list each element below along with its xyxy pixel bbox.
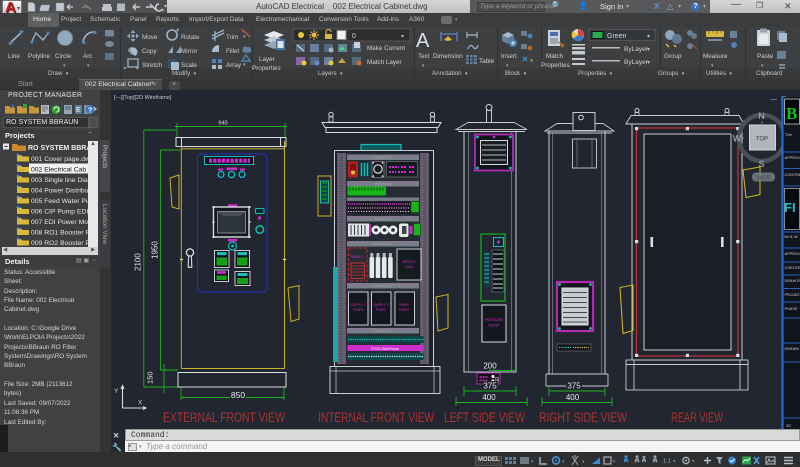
svg-text:006 CIP Pump EDI: 006 CIP Pump EDI	[31, 209, 88, 216]
svg-text:009 RO2 Booster P: 009 RO2 Booster P	[31, 240, 90, 247]
svg-text:KVA 5: KVA 5	[405, 265, 414, 269]
svg-text:CONTRAC: CONTRAC	[785, 173, 800, 177]
svg-text:SUPPLY 1: SUPPLY 1	[351, 303, 366, 307]
svg-text:400: 400	[482, 393, 496, 402]
svg-text:PRESSURE: PRESSURE	[485, 318, 504, 322]
svg-text:WIRE DUCT: WIRE DUCT	[375, 182, 392, 186]
svg-text:WIRE DUCT: WIRE DUCT	[375, 242, 392, 246]
svg-text:1:1: 1:1	[663, 459, 671, 465]
svg-text:▾: ▾	[562, 459, 565, 465]
svg-text:005 Feed Water Pu: 005 Feed Water Pu	[31, 198, 90, 205]
svg-text:TRAFO: TRAFO	[353, 308, 364, 312]
svg-text:SPARE 1: SPARE 1	[350, 255, 363, 259]
svg-text:002 Electrical Cab: 002 Electrical Cab	[31, 167, 86, 174]
svg-text:TRAFO: TRAFO	[399, 308, 410, 312]
svg-text:001 Cover page.dw: 001 Cover page.dw	[31, 156, 90, 163]
svg-text:SERVO 1: SERVO 1	[402, 260, 416, 264]
svg-text:2100: 2100	[134, 253, 143, 271]
svg-text:PHASE: PHASE	[399, 303, 410, 307]
svg-text:APPROVE: APPROVE	[784, 252, 800, 256]
svg-text:150: 150	[146, 371, 155, 384]
svg-text:▾: ▾	[582, 459, 585, 465]
svg-text:S: S	[758, 159, 764, 169]
svg-text:N: N	[758, 111, 765, 121]
svg-text:▾: ▾	[613, 459, 616, 465]
svg-text:1950: 1950	[151, 241, 160, 259]
svg-text:▾: ▾	[692, 459, 695, 465]
svg-text:RO SYSTEM BBRAU: RO SYSTEM BBRAU	[28, 145, 96, 152]
svg-text:WIRE DUCT: WIRE DUCT	[375, 217, 392, 221]
svg-text:RIGHT SIDE VIEW: RIGHT SIDE VIEW	[539, 410, 627, 425]
svg-text:375: 375	[567, 382, 581, 391]
svg-text:004 Power Distribu: 004 Power Distribu	[31, 188, 89, 195]
svg-text:B: B	[786, 104, 797, 123]
svg-text:?: ?	[88, 108, 92, 115]
svg-text:008 RO1 Booster P: 008 RO1 Booster P	[31, 230, 90, 237]
svg-text:WCS: WCS	[757, 176, 770, 182]
svg-text:400: 400	[566, 393, 580, 402]
svg-text:W: W	[733, 134, 742, 144]
svg-text:SC: SC	[786, 424, 792, 428]
svg-text:200: 200	[483, 362, 497, 371]
svg-text:EXTERNAL FRONT VIEW: EXTERNAL FRONT VIEW	[163, 410, 285, 425]
svg-text:850: 850	[231, 390, 245, 400]
svg-text:APPROVE: APPROVE	[784, 156, 800, 160]
svg-text:LEFT SIDE VIEW: LEFT SIDE VIEW	[444, 410, 525, 425]
svg-text:003 Single line Dia: 003 Single line Dia	[31, 177, 88, 184]
svg-text:DRAWN: DRAWN	[785, 347, 800, 351]
svg-text:375: 375	[483, 382, 497, 391]
svg-text:INTERNAL FRONT VIEW: INTERNAL FRONT VIEW	[318, 410, 434, 425]
svg-text:DRAW RE: DRAW RE	[785, 279, 800, 283]
svg-text:—: —	[770, 96, 777, 103]
svg-text:WIRE DUCT: WIRE DUCT	[375, 329, 392, 333]
svg-text:TRAFO: TRAFO	[376, 308, 387, 312]
svg-text:Y: Y	[114, 388, 119, 395]
svg-text:No 8, M: No 8, M	[784, 235, 798, 239]
svg-text:The: The	[785, 132, 793, 137]
svg-text:PHASE: PHASE	[785, 307, 798, 311]
svg-text:CHECKED: CHECKED	[785, 266, 800, 270]
svg-text:X: X	[138, 400, 143, 407]
svg-text:REAR VIEW: REAR VIEW	[671, 410, 723, 425]
svg-text:·: ·	[78, 107, 80, 114]
svg-text:WIRE DUCT: WIRE DUCT	[375, 284, 392, 288]
svg-text:WIRE DUCT: WIRE DUCT	[375, 155, 392, 159]
svg-text:SUPPLY 2: SUPPLY 2	[374, 303, 389, 307]
svg-text:TOP: TOP	[756, 137, 768, 143]
svg-text:[—][Top][2D Wireframe]: [—][Top][2D Wireframe]	[114, 95, 172, 101]
svg-text:▾: ▾	[673, 459, 676, 465]
svg-text:SW/GP: SW/GP	[488, 324, 500, 328]
svg-text:007 EDI Power Mo: 007 EDI Power Mo	[31, 219, 88, 226]
svg-text:▾: ▾	[531, 459, 534, 465]
svg-text:940: 940	[218, 121, 227, 127]
svg-text:PROJECT: PROJECT	[785, 293, 800, 297]
svg-text:STO/2-WireFrame: STO/2-WireFrame	[371, 347, 399, 351]
svg-text:FI: FI	[784, 200, 796, 215]
